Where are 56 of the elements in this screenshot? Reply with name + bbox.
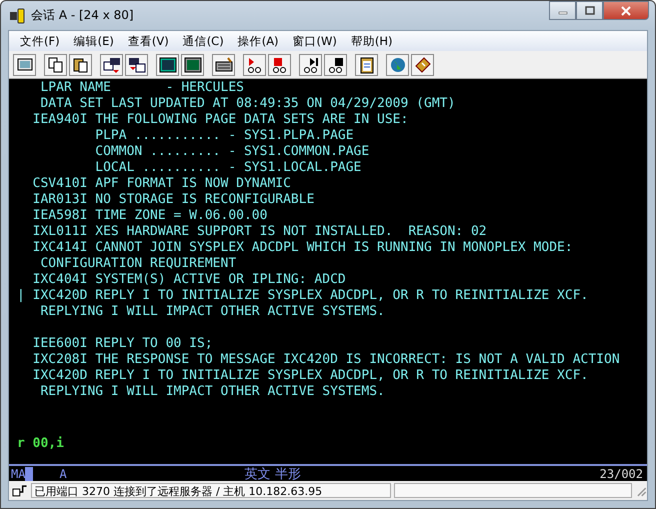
menu-item[interactable]: 帮助(H): [344, 34, 400, 48]
receive-icon[interactable]: [125, 54, 148, 76]
terminal-line: LPAR NAME - HERCULES: [39, 80, 244, 96]
mode-indicator: MA: [11, 466, 26, 480]
screen-icon[interactable]: [13, 54, 36, 76]
send-icon[interactable]: [100, 54, 123, 76]
terminal-line: CONFIGURATION REQUIREMENT: [39, 256, 236, 272]
pause-icon[interactable]: [324, 54, 347, 76]
menu-item[interactable]: 通信(C): [176, 34, 231, 48]
terminal-line: IEE600I REPLY TO 00 IS;: [32, 336, 213, 352]
status-message: 已用端口 3270 连接到了远程服务器 / 主机 10.182.63.95: [31, 483, 392, 498]
terminal-line: CSV410I APF FORMAT IS NOW DYNAMIC: [32, 176, 291, 192]
stop-icon[interactable]: [268, 54, 291, 76]
terminal-line: LOCAL .......... - SYS1.LOCAL.PAGE: [94, 160, 362, 176]
copy-icon[interactable]: [44, 54, 67, 76]
terminal-line: IEA598I TIME ZONE = W.06.00.00: [32, 208, 268, 224]
terminal-line: IEA940I THE FOLLOWING PAGE DATA SETS ARE IN USE:: [32, 112, 408, 128]
terminal-line: IXC404I SYSTEM(S) ACTIVE OR IPLING: ADCD: [32, 272, 346, 288]
cursor-block-icon: [25, 466, 34, 480]
terminal-line: COMMON ......... - SYS1.COMMON.PAGE: [94, 144, 370, 160]
panel-icon[interactable]: [181, 54, 204, 76]
terminal-line: PLPA ........... - SYS1.PLPA.PAGE: [94, 128, 354, 144]
menu-item[interactable]: 窗口(W): [286, 34, 344, 48]
connection-icon: [11, 482, 28, 498]
app-icon: [9, 8, 25, 24]
clipboard-icon[interactable]: [355, 54, 378, 76]
terminal-line: IAR013I NO STORAGE IS RECONFIGURABLE: [32, 192, 314, 208]
input-mode: 英文 半形: [244, 466, 301, 482]
terminal-line: DATA SET LAST UPDATED AT 08:49:35 ON 04/29/2009 (GMT): [39, 96, 456, 112]
terminal-line: REPLYING I WILL IMPACT OTHER ACTIVE SYSTEMS.: [39, 384, 385, 400]
cursor-position: 23/002: [600, 466, 643, 480]
close-button[interactable]: [603, 1, 649, 20]
paste-icon[interactable]: [69, 54, 92, 76]
menu-item[interactable]: 操作(A): [230, 34, 286, 48]
terminal-line: IXL011I XES HARDWARE SUPPORT IS NOT INSTALLED. REASON: 02: [32, 224, 487, 240]
terminal-line: | IXC420D REPLY I TO INITIALIZE SYSPLEX ADCDPL, OR R TO REINITIALIZE XCF.: [17, 288, 588, 304]
resize-grip-icon: [635, 484, 647, 496]
session-letter: A: [59, 466, 67, 480]
terminal-line: IXC208I THE RESPONSE TO MESSAGE IXC420D IS INCORRECT: IS NOT A VALID ACTION: [32, 352, 620, 368]
menu-item[interactable]: 编辑(E): [66, 34, 121, 48]
window-title: 会话 A - [24 x 80]: [31, 7, 134, 24]
display-icon[interactable]: [156, 54, 179, 76]
globe-icon[interactable]: [386, 54, 409, 76]
terminal-line: IXC420D REPLY I TO INITIALIZE SYSPLEX ADCDPL, OR R TO REINITIALIZE XCF.: [32, 368, 588, 384]
play-icon[interactable]: [299, 54, 322, 76]
minimize-button[interactable]: [549, 1, 576, 20]
menu-item[interactable]: 文件(F): [13, 34, 67, 48]
close-icon: [621, 6, 631, 16]
terminal-line: REPLYING I WILL IMPACT OTHER ACTIVE SYSTEMS.: [39, 304, 385, 320]
keyboard-icon[interactable]: [212, 54, 235, 76]
terminal-line: IXC414I CANNOT JOIN SYSPLEX ADCDPL WHICH IS RUNNING IN MONOPLEX MODE:: [32, 240, 573, 256]
menu-item[interactable]: 查看(V): [120, 34, 176, 48]
command-input[interactable]: r 00,i: [17, 436, 64, 452]
maximize-icon: [584, 6, 594, 16]
maximize-button[interactable]: [576, 1, 603, 20]
record-icon[interactable]: [243, 54, 266, 76]
